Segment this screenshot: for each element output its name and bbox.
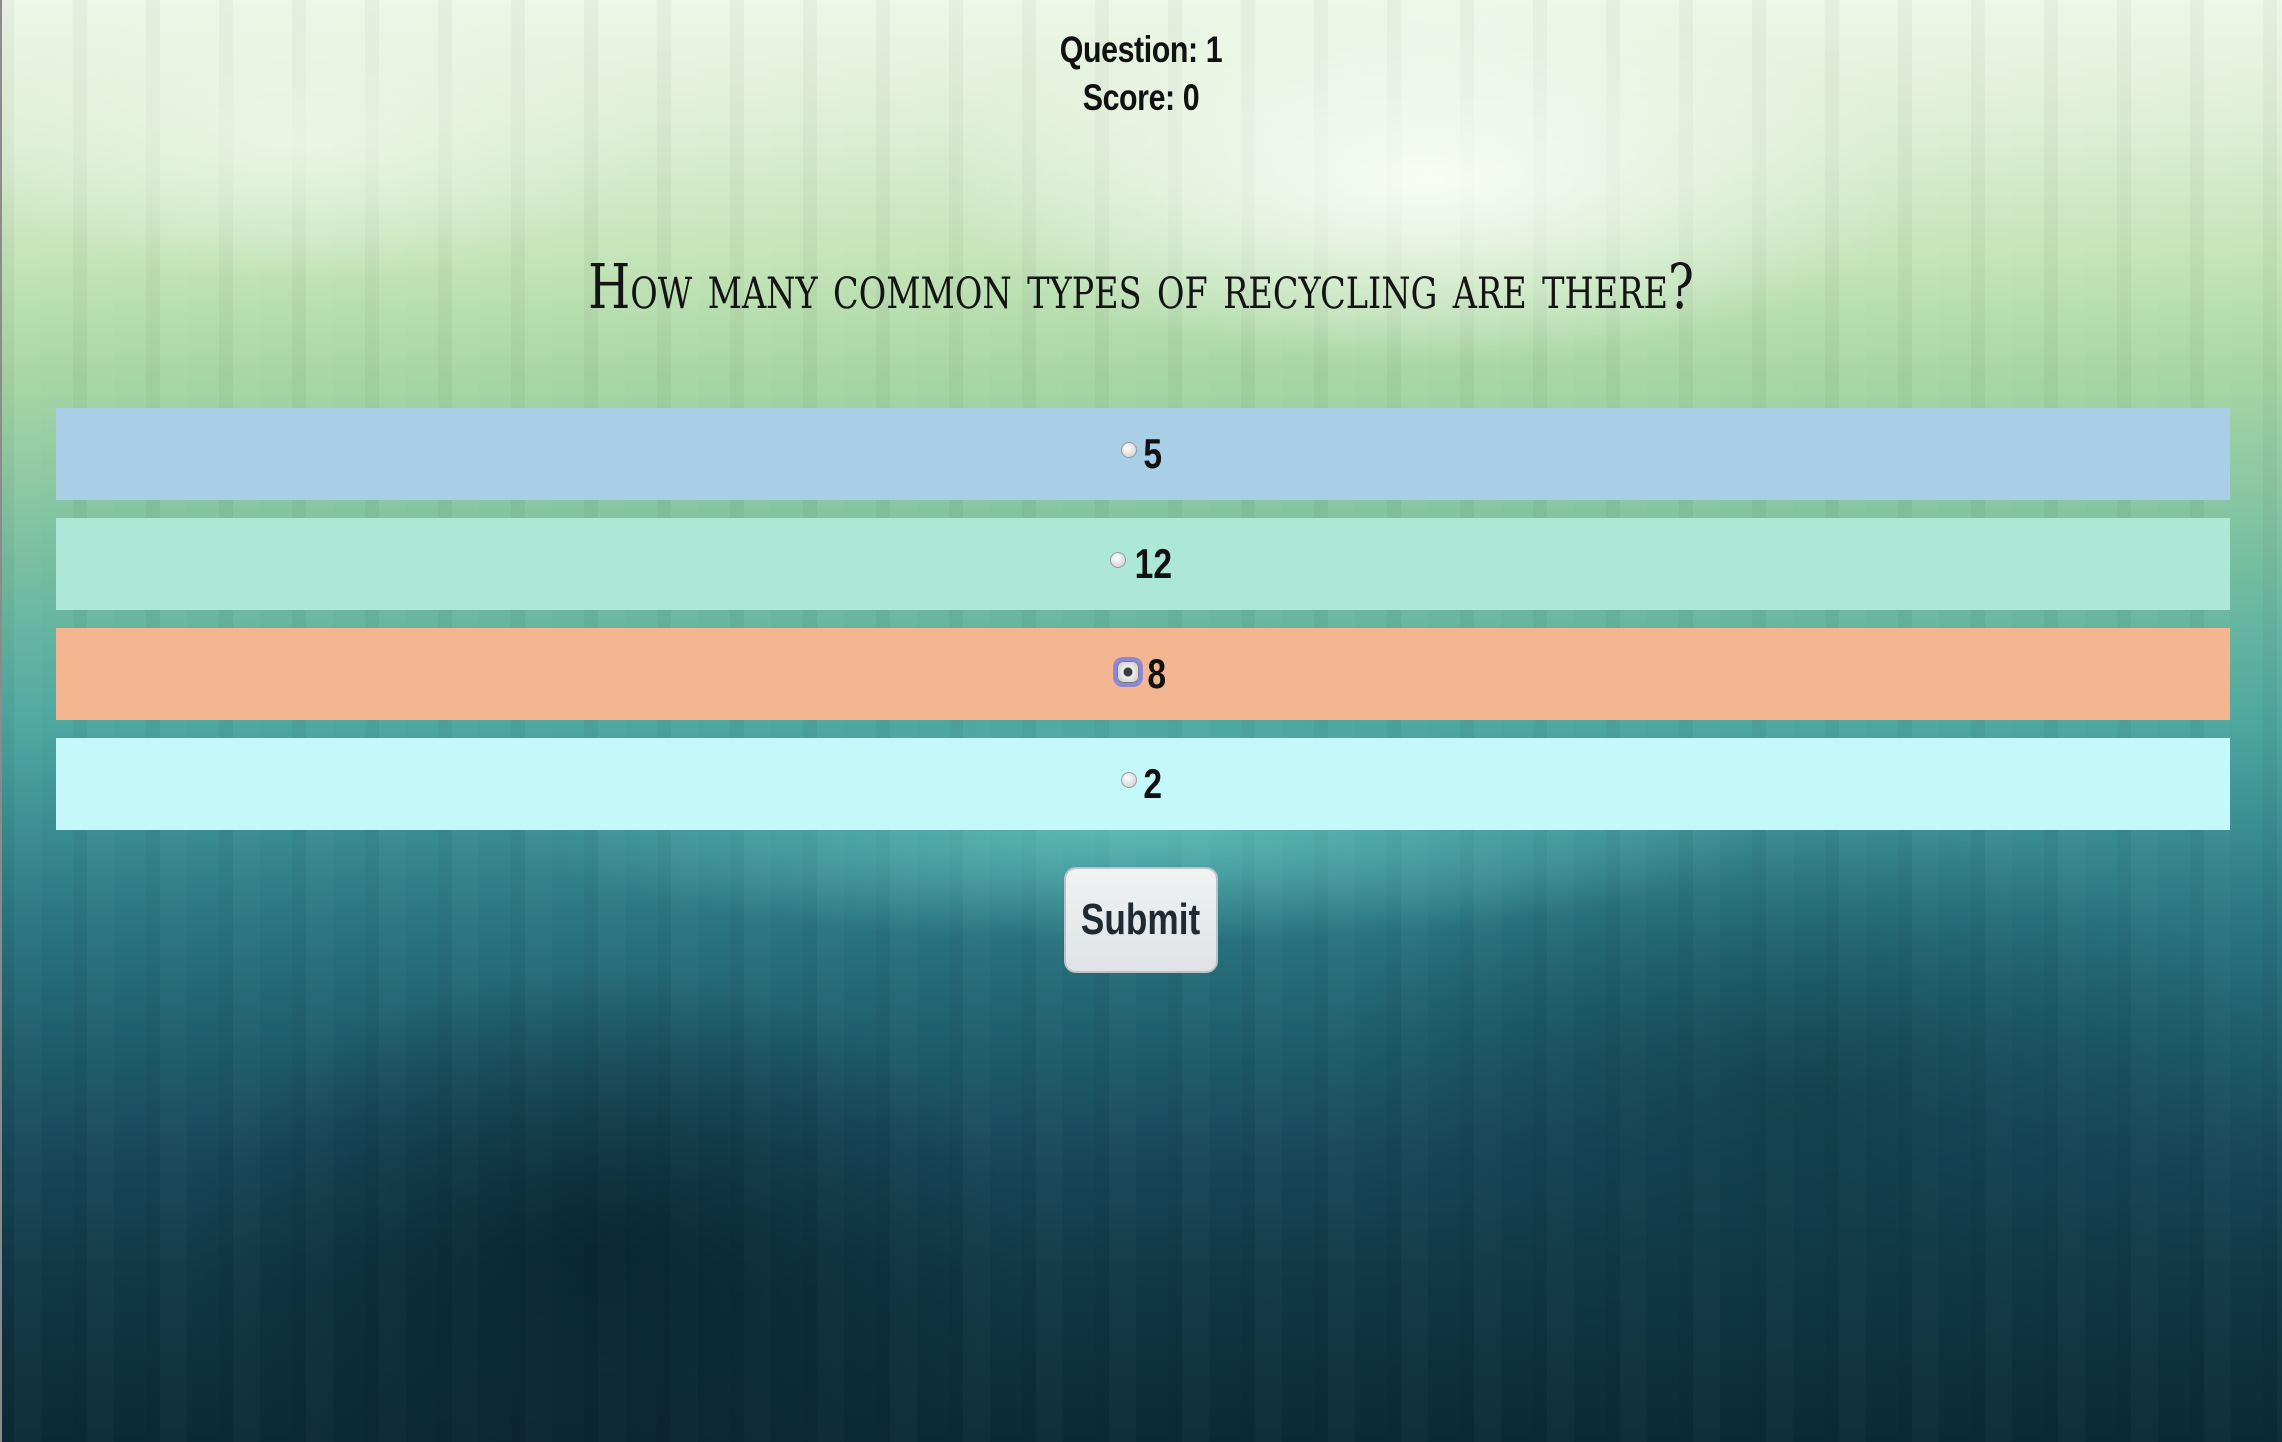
status-header: Question: 1 Score: 0 xyxy=(205,26,2076,122)
answer-label: 5 xyxy=(1143,430,1163,477)
answer-option-1[interactable]: 5 xyxy=(56,408,2230,500)
submit-label: Submit xyxy=(1081,895,1201,944)
answer-list: 5 12 8 2 xyxy=(56,408,2230,848)
radio-button[interactable] xyxy=(1121,442,1138,458)
radio-button[interactable] xyxy=(1117,661,1140,683)
score-counter: Score: 0 xyxy=(1082,77,1200,118)
question-text: How many common types of recycling are t… xyxy=(588,250,1694,323)
answer-option-2[interactable]: 12 xyxy=(56,518,2230,610)
submit-container: Submit xyxy=(0,867,2282,973)
answer-label: 12 xyxy=(1134,540,1172,587)
radio-button[interactable] xyxy=(1121,772,1138,788)
radio-button[interactable] xyxy=(1109,552,1126,568)
answer-label: 2 xyxy=(1143,760,1163,807)
question-counter: Question: 1 xyxy=(1059,29,1223,70)
answer-option-3[interactable]: 8 xyxy=(56,628,2230,720)
submit-button[interactable]: Submit xyxy=(1064,867,1218,973)
answer-label: 8 xyxy=(1147,650,1167,697)
answer-option-4[interactable]: 2 xyxy=(56,738,2230,830)
window-edge xyxy=(0,0,2,1442)
